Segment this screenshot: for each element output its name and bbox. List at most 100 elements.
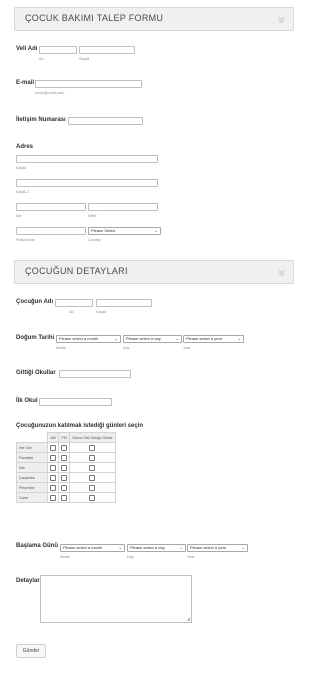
- checkbox[interactable]: [61, 464, 67, 471]
- start-day-select[interactable]: Please select a day ⌄: [127, 544, 186, 552]
- birth-month-sublabel: Month: [56, 346, 66, 350]
- city-input[interactable]: [88, 203, 158, 211]
- start-month-sublabel: Month: [60, 555, 70, 559]
- chevron-down-icon: ⌄: [175, 336, 179, 341]
- days-matrix: AM PM Okulun Tatil Olduğu Günler Her Gün…: [16, 432, 116, 503]
- days-label: Çocuğunuzun katılmak istediği günleri se…: [16, 423, 144, 429]
- column-header-pm: PM: [58, 432, 70, 443]
- child-first-name-input[interactable]: [55, 299, 93, 307]
- checkbox[interactable]: [50, 474, 56, 481]
- email-input[interactable]: [35, 80, 142, 88]
- checkbox[interactable]: [89, 444, 96, 451]
- birth-month-select[interactable]: Please select a month ⌄: [56, 335, 121, 343]
- checkbox[interactable]: [61, 474, 67, 481]
- birth-day-sublabel: Day: [123, 346, 130, 350]
- checkbox[interactable]: [89, 454, 96, 461]
- start-year-sublabel: Year: [187, 555, 195, 559]
- birth-day-select[interactable]: Please select a day ⌄: [123, 335, 182, 343]
- first-school-label: İlk Okul: [16, 398, 38, 404]
- checkbox[interactable]: [61, 484, 67, 491]
- parent-first-name-input[interactable]: [39, 46, 77, 54]
- chevron-down-icon: ⌄: [118, 545, 122, 550]
- parent-last-name-input[interactable]: [79, 46, 135, 54]
- birth-year-select[interactable]: Please select a year ⌄: [183, 335, 244, 343]
- country-select-value: Please Select: [91, 228, 116, 233]
- parent-last-name-sublabel: Soyad: [79, 57, 90, 61]
- country-select[interactable]: Please Select ⌄: [88, 227, 161, 235]
- row-label: Çarşamba: [16, 472, 48, 483]
- section-header-child-details: ÇOCUĞUN DETAYLARI: [14, 260, 294, 284]
- child-first-name-sublabel: Ad: [69, 310, 74, 314]
- details-textarea[interactable]: ◢: [40, 575, 192, 623]
- phone-input[interactable]: [68, 117, 143, 125]
- street2-sublabel: Sokak 2: [16, 190, 29, 194]
- child-last-name-input[interactable]: [96, 299, 152, 307]
- start-month-value: Please select a month: [63, 545, 103, 550]
- checkbox[interactable]: [89, 484, 96, 491]
- first-school-input[interactable]: [39, 398, 112, 406]
- row-label: Pazartesi: [16, 452, 48, 463]
- column-header-holiday: Okulun Tatil Olduğu Günler: [69, 432, 116, 443]
- street-input[interactable]: [16, 155, 158, 163]
- checkbox[interactable]: [50, 454, 56, 461]
- checkbox[interactable]: [89, 464, 96, 471]
- checkbox[interactable]: [61, 454, 67, 461]
- email-label: E-mail: [16, 80, 35, 86]
- row-label: Her Gün: [16, 442, 48, 453]
- street-sublabel: Sokak: [16, 166, 26, 170]
- district-input[interactable]: [16, 203, 86, 211]
- section-title: ÇOCUĞUN DETAYLARI: [25, 266, 128, 276]
- checkbox[interactable]: [50, 464, 56, 471]
- parent-first-name-sublabel: Ad: [39, 57, 44, 61]
- start-month-select[interactable]: Please select a month ⌄: [60, 544, 125, 552]
- start-year-value: Please select a year: [190, 545, 227, 550]
- start-year-select[interactable]: Please select a year ⌄: [187, 544, 248, 552]
- row-label: Salı: [16, 462, 48, 473]
- birth-month-value: Please select a month: [59, 336, 99, 341]
- parent-name-label: Veli Adı: [16, 46, 38, 52]
- chevron-down-icon: ⌄: [241, 545, 245, 550]
- checkbox[interactable]: [61, 444, 67, 451]
- checkbox[interactable]: [89, 494, 96, 501]
- chevron-down-icon: ⌄: [114, 336, 118, 341]
- birth-year-value: Please select a year: [186, 336, 223, 341]
- resize-handle-icon[interactable]: ◢: [187, 616, 190, 621]
- district-sublabel: İlçe: [16, 214, 22, 218]
- birth-year-sublabel: Year: [183, 346, 191, 350]
- matrix-corner: [16, 432, 48, 443]
- birth-day-value: Please select a day: [126, 336, 161, 341]
- postal-code-input[interactable]: [16, 227, 86, 235]
- schools-input[interactable]: [59, 370, 131, 378]
- submit-button[interactable]: Gönder: [16, 644, 46, 658]
- section-header-request-form: ÇOCUK BAKIMI TALEP FORMU: [14, 7, 294, 31]
- schools-label: Gittiği Okullar: [16, 370, 56, 376]
- column-header-am: AM: [47, 432, 59, 443]
- child-last-name-sublabel: Soyad: [96, 310, 107, 314]
- child-name-label: Çocuğun Adı: [16, 299, 54, 305]
- city-sublabel: Şehir: [88, 214, 97, 218]
- email-sublabel: ornek@ornek.com: [35, 91, 65, 95]
- street2-input[interactable]: [16, 179, 158, 187]
- phone-label: İletişim Numarası: [16, 117, 66, 123]
- section-title: ÇOCUK BAKIMI TALEP FORMU: [25, 13, 164, 23]
- checkbox[interactable]: [50, 444, 56, 451]
- start-date-label: Başlama Günü: [16, 543, 59, 549]
- checkbox[interactable]: [89, 474, 96, 481]
- chevron-down-icon: ⌄: [179, 545, 183, 550]
- chevron-down-icon[interactable]: [278, 268, 285, 277]
- start-day-value: Please select a day: [130, 545, 165, 550]
- checkbox[interactable]: [50, 494, 56, 501]
- row-label: Cuma: [16, 492, 48, 503]
- checkbox[interactable]: [50, 484, 56, 491]
- start-day-sublabel: Day: [127, 555, 134, 559]
- checkbox[interactable]: [61, 494, 67, 501]
- row-label: Perşembe: [16, 482, 48, 493]
- address-label: Adres: [16, 144, 34, 150]
- country-sublabel: Country: [88, 238, 101, 242]
- chevron-down-icon: ⌄: [237, 336, 241, 341]
- postal-code-sublabel: Posta Kodu: [16, 238, 35, 242]
- chevron-down-icon[interactable]: [278, 15, 285, 24]
- chevron-down-icon: ⌄: [154, 228, 158, 233]
- details-label: Detaylar: [16, 578, 40, 584]
- birth-date-label: Doğum Tarihi: [16, 335, 55, 341]
